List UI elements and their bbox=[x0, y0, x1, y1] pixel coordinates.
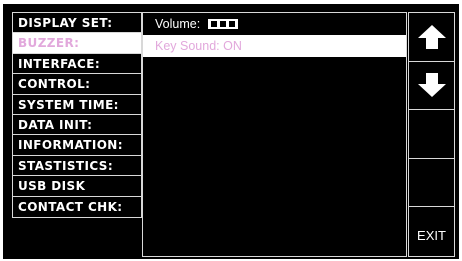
menu-item-statistics[interactable]: STASTISTICS: bbox=[13, 156, 141, 177]
menu-item-display-set[interactable]: DISPLAY SET: bbox=[13, 13, 141, 34]
volume-segment bbox=[210, 20, 217, 27]
up-button[interactable] bbox=[409, 13, 454, 62]
down-button[interactable] bbox=[409, 62, 454, 111]
menu-item-information[interactable]: INFORMATION: bbox=[13, 135, 141, 156]
menu-item-system-time[interactable]: SYSTEM TIME: bbox=[13, 95, 141, 115]
menu-item-interface[interactable]: INTERFACE: bbox=[13, 54, 141, 75]
menu-item-usb-disk[interactable]: USB DISK bbox=[13, 176, 141, 197]
side-button-4[interactable] bbox=[409, 159, 454, 208]
menu-item-data-init[interactable]: DATA INIT: bbox=[13, 115, 141, 136]
volume-label: Volume: bbox=[155, 17, 201, 31]
volume-row[interactable]: Volume: bbox=[143, 13, 406, 35]
volume-segment bbox=[228, 20, 235, 27]
volume-level-bar bbox=[207, 18, 238, 29]
menu-item-buzzer[interactable]: BUZZER: bbox=[13, 33, 141, 54]
settings-menu: DISPLAY SET: BUZZER: INTERFACE: CONTROL:… bbox=[12, 12, 142, 218]
volume-segment bbox=[219, 20, 226, 27]
side-button-3[interactable] bbox=[409, 110, 454, 159]
exit-button[interactable]: EXIT bbox=[409, 207, 454, 256]
menu-item-control[interactable]: CONTROL: bbox=[13, 74, 141, 95]
side-button-bar: EXIT bbox=[408, 12, 455, 257]
exit-label: EXIT bbox=[417, 228, 446, 244]
settings-panel: Volume: Key Sound: ON bbox=[142, 12, 407, 257]
arrow-down-icon bbox=[417, 73, 446, 98]
arrow-up-icon bbox=[417, 24, 446, 49]
device-screen: DISPLAY SET: BUZZER: INTERFACE: CONTROL:… bbox=[3, 4, 459, 259]
key-sound-row[interactable]: Key Sound: ON bbox=[143, 35, 406, 57]
menu-item-contact-chk[interactable]: CONTACT CHK: bbox=[13, 197, 141, 217]
